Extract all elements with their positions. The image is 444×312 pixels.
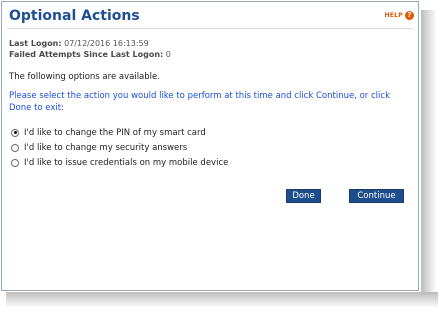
- options-intro: The following options are available.: [9, 72, 160, 82]
- radio-issue-mobile-credentials[interactable]: [11, 158, 19, 167]
- title-divider: [7, 28, 413, 29]
- failed-attempts-value: 0: [165, 50, 171, 59]
- dialog-title: Optional Actions: [9, 8, 140, 24]
- help-icon[interactable]: ?: [405, 11, 414, 20]
- last-logon-label: Last Logon:: [9, 39, 62, 48]
- option-label[interactable]: I'd like to change my security answers: [24, 143, 187, 153]
- option-change-security-answers[interactable]: I'd like to change my security answers: [11, 140, 228, 155]
- done-button[interactable]: Done: [286, 189, 321, 203]
- option-label[interactable]: I'd like to issue credentials on my mobi…: [24, 158, 228, 168]
- help-label[interactable]: HELP: [384, 12, 403, 19]
- last-logon: Last Logon: 07/12/2016 16:13:59: [9, 39, 149, 48]
- action-options: I'd like to change the PIN of my smart c…: [11, 125, 228, 170]
- window-shadow-right: [421, 10, 437, 295]
- instruction-text: Please select the action you would like …: [9, 91, 390, 113]
- option-label[interactable]: I'd like to change the PIN of my smart c…: [24, 128, 206, 138]
- failed-attempts: Failed Attempts Since Last Logon: 0: [9, 50, 171, 59]
- last-logon-value: 07/12/2016 16:13:59: [64, 39, 149, 48]
- window-shadow-bottom: [6, 292, 438, 308]
- radio-change-security-answers[interactable]: [11, 143, 19, 152]
- optional-actions-dialog: Optional Actions HELP ? Last Logon: 07/1…: [1, 1, 419, 291]
- failed-attempts-label: Failed Attempts Since Last Logon:: [9, 50, 164, 59]
- option-change-pin[interactable]: I'd like to change the PIN of my smart c…: [11, 125, 228, 140]
- radio-change-pin[interactable]: [11, 128, 19, 137]
- option-issue-mobile-credentials[interactable]: I'd like to issue credentials on my mobi…: [11, 155, 228, 170]
- continue-button[interactable]: Continue: [349, 189, 404, 203]
- help-link[interactable]: HELP ?: [384, 11, 414, 20]
